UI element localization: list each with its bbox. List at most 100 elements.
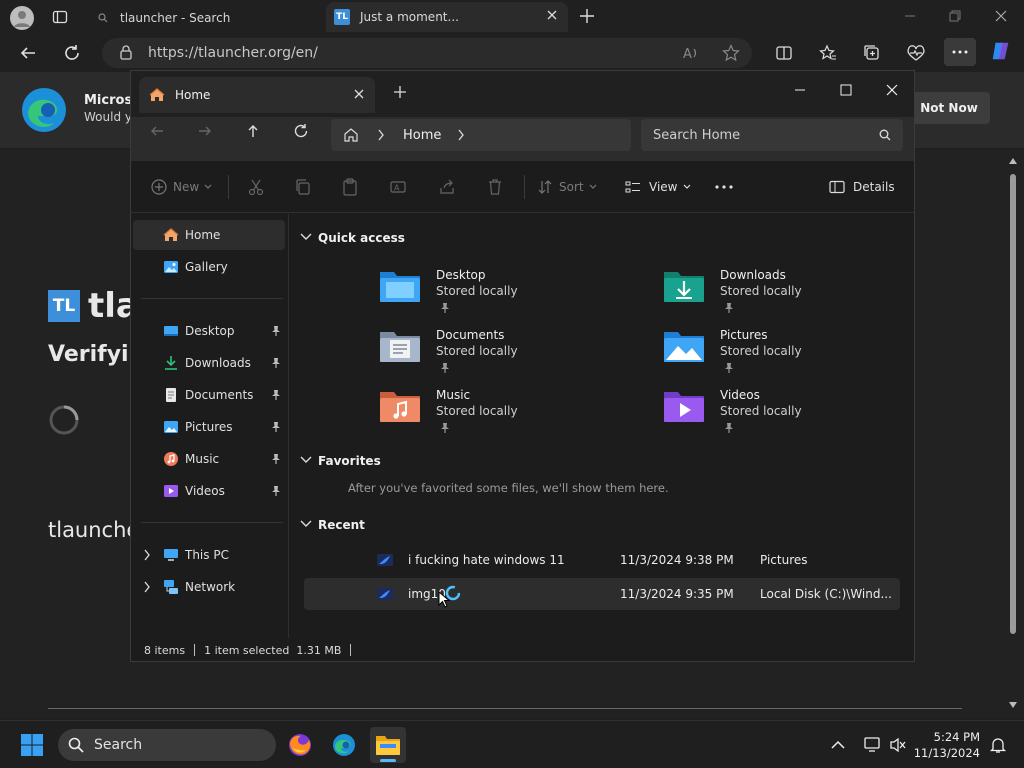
not-now-button[interactable]: Not Now [908,92,990,124]
new-tab-button[interactable] [580,9,594,23]
sidebar-item-label: Gallery [185,260,228,274]
quick-access-documents[interactable]: Documents Stored locally [378,328,638,382]
paste-icon[interactable] [341,175,359,199]
close-tab-icon[interactable] [546,9,558,21]
explorer-search-input[interactable]: Search Home [641,119,903,151]
item-name: Downloads [720,268,786,282]
sidebar-item-network[interactable]: Network [133,572,285,602]
chevron-right-icon[interactable] [143,549,151,561]
explorer-address-bar[interactable]: Home [331,119,631,151]
sidebar-item-documents[interactable]: Documents [133,380,285,410]
browser-essentials-icon[interactable] [905,42,927,64]
share-icon[interactable] [438,175,456,199]
chevron-down-icon[interactable] [300,520,312,528]
sidebar-item-desktop[interactable]: Desktop [133,316,285,346]
tab-just-a-moment[interactable]: TL Just a moment... [326,2,568,32]
collections-icon[interactable] [861,42,883,64]
desktop-icon [163,323,179,339]
notification-bell-icon[interactable] [980,727,1016,763]
delete-icon[interactable] [486,175,504,199]
see-more-icon[interactable] [715,175,733,199]
file-explorer-taskbar-icon[interactable] [370,727,406,763]
restore-icon[interactable] [945,6,965,26]
favorite-star-icon[interactable] [722,44,740,62]
tab-actions-icon[interactable] [52,9,68,25]
close-window-icon[interactable] [991,6,1011,26]
recent-header[interactable]: Recent [300,518,365,532]
section-title: Recent [318,518,365,532]
copy-icon[interactable] [294,175,312,199]
chevron-right-icon[interactable] [377,129,385,141]
banner-subtitle: Would y [84,110,132,124]
back-arrow-icon[interactable] [145,119,169,143]
chevron-down-icon[interactable] [300,456,312,464]
taskbar-search-box[interactable]: Search [58,729,276,761]
new-button[interactable]: New [151,175,212,199]
quick-access-desktop[interactable]: Desktop Stored locally [378,268,638,322]
firefox-icon[interactable] [282,727,318,763]
sort-button[interactable]: Sort [537,175,597,199]
copilot-icon[interactable] [990,40,1012,62]
item-name: Pictures [720,328,768,342]
close-tab-icon[interactable] [353,88,365,100]
settings-and-more-button[interactable] [944,38,976,66]
sidebar-item-music[interactable]: Music [133,444,285,474]
back-arrow-icon[interactable] [17,42,39,64]
pin-icon[interactable] [271,357,281,369]
pin-icon[interactable] [271,485,281,497]
page-scrollbar[interactable] [1006,154,1020,714]
chevron-right-icon[interactable] [143,581,151,593]
cut-icon[interactable] [247,175,265,199]
minimize-icon[interactable] [791,81,809,99]
chevron-down-icon [204,184,212,190]
refresh-icon[interactable] [61,42,83,64]
profile-avatar[interactable] [10,6,34,30]
new-tab-button[interactable] [393,85,407,99]
sidebar-item-label: Desktop [185,324,235,338]
chevron-up-icon[interactable] [820,727,856,763]
pin-icon[interactable] [271,325,281,337]
favorites-header[interactable]: Favorites [300,454,381,468]
sidebar-item-gallery[interactable]: Gallery [133,252,285,282]
volume-muted-icon[interactable] [880,727,916,763]
chevron-right-icon[interactable] [457,129,465,141]
favorites-icon[interactable] [817,42,839,64]
pin-icon[interactable] [271,453,281,465]
address-bar[interactable]: https://tlauncher.org/en/ A [102,38,752,68]
details-pane-button[interactable]: Details [829,175,895,199]
edge-browser-icon[interactable] [326,727,362,763]
sidebar-item-home[interactable]: Home [133,220,285,250]
maximize-icon[interactable] [837,81,855,99]
chevron-down-icon[interactable] [300,233,312,241]
quick-access-pictures[interactable]: Pictures Stored locally [662,328,922,382]
start-windows-icon[interactable] [14,727,50,763]
explorer-tab-home[interactable]: Home [139,77,375,113]
sidebar-item-this-pc[interactable]: This PC [133,540,285,570]
quick-access-videos[interactable]: Videos Stored locally [662,388,922,442]
view-button[interactable]: View [625,175,691,199]
sidebar-item-pictures[interactable]: Pictures [133,412,285,442]
pin-icon[interactable] [271,421,281,433]
breadcrumb-home[interactable]: Home [403,128,441,143]
minimize-icon[interactable] [900,6,920,26]
tab-tlauncher-search[interactable]: tlauncher - Search [88,4,320,32]
quick-access-header[interactable]: Quick access [300,231,405,245]
sidebar-item-videos[interactable]: Videos [133,476,285,506]
pin-icon[interactable] [271,389,281,401]
read-aloud-icon[interactable]: A [682,44,700,62]
up-arrow-icon[interactable] [241,119,265,143]
taskbar-clock[interactable]: 5:24 PM 11/13/2024 [912,729,980,761]
recent-file-row[interactable]: img10 11/3/2024 9:35 PM Local Disk (C:)\… [304,578,900,610]
refresh-icon[interactable] [289,119,313,143]
close-window-icon[interactable] [883,81,901,99]
forward-arrow-icon[interactable] [193,119,217,143]
svg-text:A: A [394,184,400,193]
page-divider [48,708,962,709]
downloads-folder-icon [662,268,706,304]
quick-access-music[interactable]: Music Stored locally [378,388,638,442]
sidebar-item-downloads[interactable]: Downloads [133,348,285,378]
rename-icon[interactable]: A [389,175,407,199]
recent-file-row[interactable]: i fucking hate windows 11 11/3/2024 9:38… [304,544,900,576]
quick-access-downloads[interactable]: Downloads Stored locally [662,268,922,322]
split-screen-icon[interactable] [773,42,795,64]
